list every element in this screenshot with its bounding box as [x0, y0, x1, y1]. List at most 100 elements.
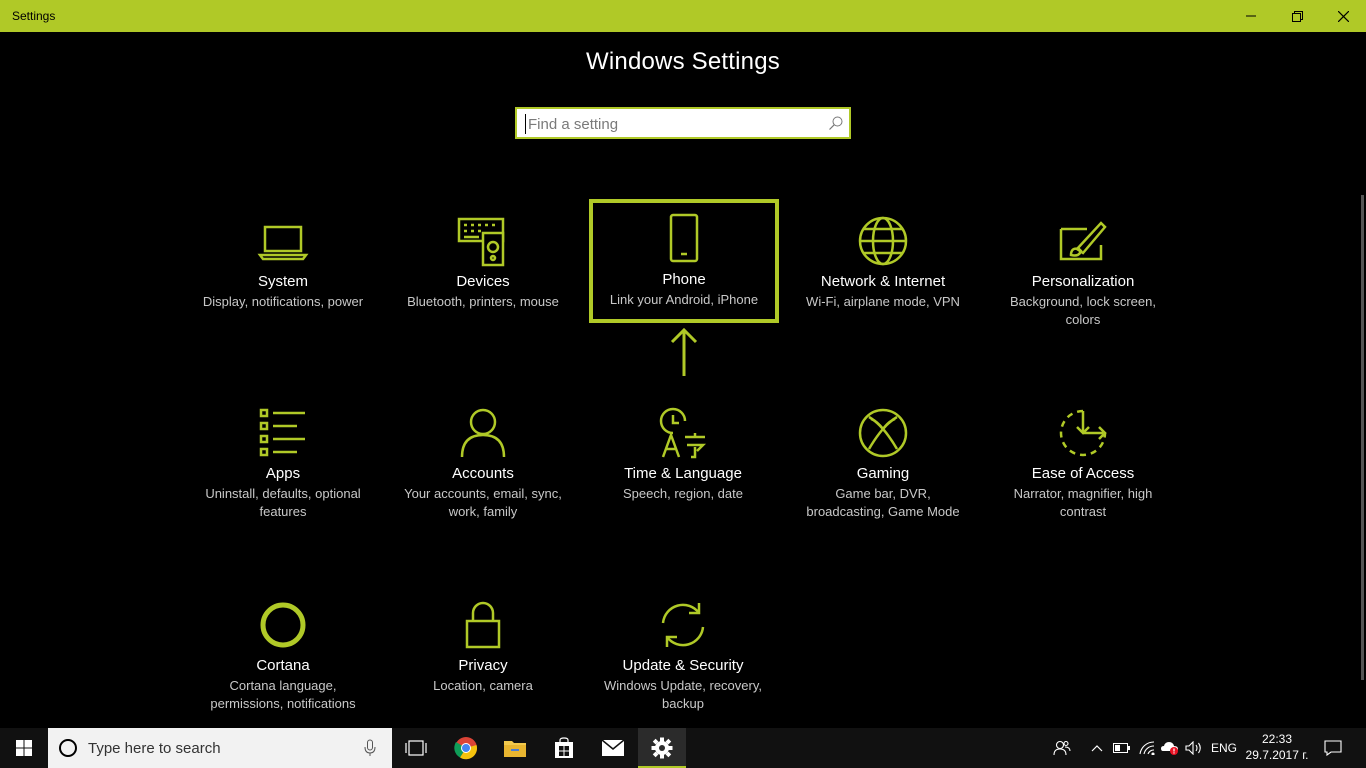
mail-icon	[601, 739, 625, 756]
up-arrow-icon	[670, 327, 698, 376]
tile-title: Network & Internet	[820, 273, 946, 290]
task-view-icon	[405, 740, 427, 756]
sync-icon	[588, 599, 778, 651]
tile-privacy[interactable]: Privacy Location, camera	[388, 585, 578, 709]
lock-icon	[388, 599, 578, 651]
title-bar: Settings	[0, 0, 1366, 32]
tile-accounts[interactable]: Accounts Your accounts, email, sync, wor…	[388, 393, 578, 519]
clock-date: 29.7.2017 г.	[1245, 748, 1309, 762]
chrome-icon	[454, 737, 478, 760]
tile-description: Bluetooth, printers, mouse	[407, 294, 559, 309]
tile-title: Devices	[456, 273, 510, 290]
tile-title: Privacy	[458, 657, 508, 674]
input-language: ENG	[1210, 741, 1237, 755]
close-button[interactable]	[1320, 0, 1366, 32]
battery-icon	[1113, 743, 1130, 753]
speaker-icon	[1185, 741, 1201, 755]
devices-icon	[388, 215, 578, 267]
action-center-button[interactable]	[1318, 728, 1348, 768]
taskbar-mail[interactable]	[589, 728, 637, 768]
tile-description: Windows Update, recovery, backup	[604, 678, 762, 711]
wifi-icon	[1139, 741, 1155, 755]
start-button[interactable]	[0, 728, 48, 768]
tile-phone[interactable]: Phone Link your Android, iPhone	[589, 199, 779, 323]
tile-description: Wi-Fi, airplane mode, VPN	[806, 294, 960, 309]
tile-description: Your accounts, email, sync, work, family	[404, 486, 562, 519]
tile-title: Update & Security	[622, 657, 744, 674]
tile-title: Cortana	[256, 657, 310, 674]
volume-button[interactable]	[1182, 728, 1206, 768]
globe-icon	[788, 215, 978, 267]
tile-title: Time & Language	[624, 465, 742, 482]
tile-system[interactable]: System Display, notifications, power	[188, 201, 378, 325]
tile-description: Background, lock screen, colors	[1010, 294, 1156, 327]
taskbar: Type here to search ENG 22:33 29.7.2017 …	[0, 728, 1366, 768]
network-button[interactable]	[1135, 728, 1159, 768]
tile-network-internet[interactable]: Network & Internet Wi-Fi, airplane mode,…	[788, 201, 978, 325]
settings-search-box[interactable]	[515, 107, 851, 139]
restore-button[interactable]	[1274, 0, 1320, 32]
paintbrush-icon	[988, 215, 1178, 267]
xbox-icon	[788, 407, 978, 459]
tile-description: Link your Android, iPhone	[609, 292, 759, 307]
taskbar-search-placeholder: Type here to search	[88, 740, 221, 757]
cortana-icon	[188, 599, 378, 651]
laptop-icon	[188, 215, 378, 267]
folder-icon	[504, 741, 526, 757]
ease-of-access-icon	[988, 407, 1178, 459]
tile-title: Ease of Access	[1031, 465, 1135, 482]
tile-description: Narrator, magnifier, high contrast	[1013, 486, 1153, 519]
gear-icon	[651, 737, 673, 759]
taskbar-store[interactable]	[540, 728, 588, 768]
tile-ease-of-access[interactable]: Ease of Access Narrator, magnifier, high…	[988, 393, 1178, 519]
people-button[interactable]	[1050, 728, 1074, 768]
tile-time-language[interactable]: Time & Language Speech, region, date	[588, 393, 778, 517]
show-hidden-icons-button[interactable]	[1086, 728, 1108, 768]
taskbar-settings[interactable]	[638, 728, 686, 768]
clock-time: 22:33	[1261, 732, 1293, 746]
phone-icon	[589, 213, 779, 265]
onedrive-error-icon	[1161, 742, 1178, 755]
tile-title: Gaming	[856, 465, 910, 482]
close-icon	[1337, 10, 1349, 22]
battery-button[interactable]	[1110, 728, 1134, 768]
taskbar-search-box[interactable]: Type here to search	[48, 728, 392, 768]
tile-description: Game bar, DVR, broadcasting, Game Mode	[806, 486, 960, 519]
minimize-icon	[1246, 15, 1256, 17]
action-center-icon	[1324, 740, 1342, 756]
onedrive-button[interactable]	[1158, 728, 1182, 768]
tile-personalization[interactable]: Personalization Background, lock screen,…	[988, 201, 1178, 327]
tile-gaming[interactable]: Gaming Game bar, DVR, broadcasting, Game…	[788, 393, 978, 519]
tile-description: Display, notifications, power	[202, 294, 364, 309]
chevron-up-icon	[1091, 745, 1103, 752]
settings-search-input[interactable]	[525, 114, 815, 134]
windows-logo-icon	[16, 740, 32, 756]
tile-description: Uninstall, defaults, optional features	[205, 486, 361, 519]
tile-cortana[interactable]: Cortana Cortana language, permissions, n…	[188, 585, 378, 711]
restore-icon	[1291, 10, 1303, 22]
tile-title: Phone	[662, 271, 706, 288]
store-icon	[555, 737, 573, 758]
taskbar-file-explorer[interactable]	[491, 728, 539, 768]
time-language-icon	[588, 407, 778, 459]
tile-title: Accounts	[452, 465, 514, 482]
tile-title: System	[257, 273, 308, 290]
person-icon	[388, 407, 578, 459]
tile-devices[interactable]: Devices Bluetooth, printers, mouse	[388, 201, 578, 325]
input-language-button[interactable]: ENG	[1208, 728, 1240, 768]
tile-title: Personalization	[1031, 273, 1135, 290]
tile-title: Apps	[265, 465, 301, 482]
task-view-button[interactable]	[392, 728, 440, 768]
minimize-button[interactable]	[1228, 0, 1274, 32]
clock[interactable]: 22:33 29.7.2017 г.	[1242, 731, 1312, 763]
scrollbar[interactable]	[1361, 195, 1364, 680]
window-title: Settings	[12, 9, 56, 23]
tile-description: Location, camera	[433, 678, 533, 693]
microphone-icon	[364, 739, 376, 756]
tile-update-security[interactable]: Update & Security Windows Update, recove…	[588, 585, 778, 711]
search-icon[interactable]	[829, 116, 843, 135]
tile-description: Cortana language, permissions, notificat…	[210, 678, 356, 711]
cortana-ring-icon	[59, 739, 77, 757]
tile-apps[interactable]: Apps Uninstall, defaults, optional featu…	[188, 393, 378, 519]
taskbar-chrome[interactable]	[442, 728, 490, 768]
